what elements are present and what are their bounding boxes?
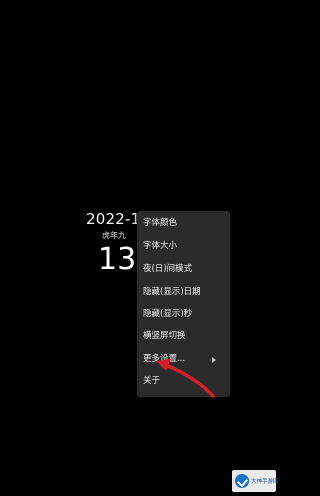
menu-item-toggle-seconds[interactable]: 隐藏(显示)秒 bbox=[137, 303, 230, 325]
menu-item-label: 隐藏(显示)日期 bbox=[143, 287, 201, 297]
menu-item-font-color[interactable]: 字体颜色 bbox=[137, 212, 230, 234]
menu-item-font-size[interactable]: 字体大小 bbox=[137, 235, 230, 257]
watermark-icon bbox=[235, 474, 249, 488]
menu-item-label: 字体颜色 bbox=[143, 218, 178, 228]
context-menu: 字体颜色 字体大小 夜(日)间模式 隐藏(显示)日期 隐藏(显示)秒 横竖屏切换… bbox=[137, 211, 230, 397]
menu-item-about[interactable]: 关于 bbox=[137, 370, 230, 392]
clock-weekday: 虎年九 bbox=[102, 231, 126, 240]
menu-item-label: 夜(日)间模式 bbox=[143, 264, 193, 274]
menu-item-orientation[interactable]: 横竖屏切换 bbox=[137, 325, 230, 347]
menu-item-label: 更多设置... bbox=[143, 354, 186, 364]
menu-item-more-settings[interactable]: 更多设置... bbox=[137, 348, 230, 370]
watermark-text: 大神手游网 bbox=[251, 479, 279, 485]
watermark-logo: 大神手游网 bbox=[232, 470, 279, 492]
submenu-arrow-icon bbox=[212, 357, 216, 363]
menu-item-label: 关于 bbox=[143, 376, 161, 386]
menu-item-label: 横竖屏切换 bbox=[143, 331, 186, 341]
menu-item-label: 隐藏(显示)秒 bbox=[143, 309, 193, 319]
menu-item-toggle-date[interactable]: 隐藏(显示)日期 bbox=[137, 281, 230, 303]
menu-item-night-mode[interactable]: 夜(日)间模式 bbox=[137, 258, 230, 280]
menu-item-label: 字体大小 bbox=[143, 241, 178, 251]
